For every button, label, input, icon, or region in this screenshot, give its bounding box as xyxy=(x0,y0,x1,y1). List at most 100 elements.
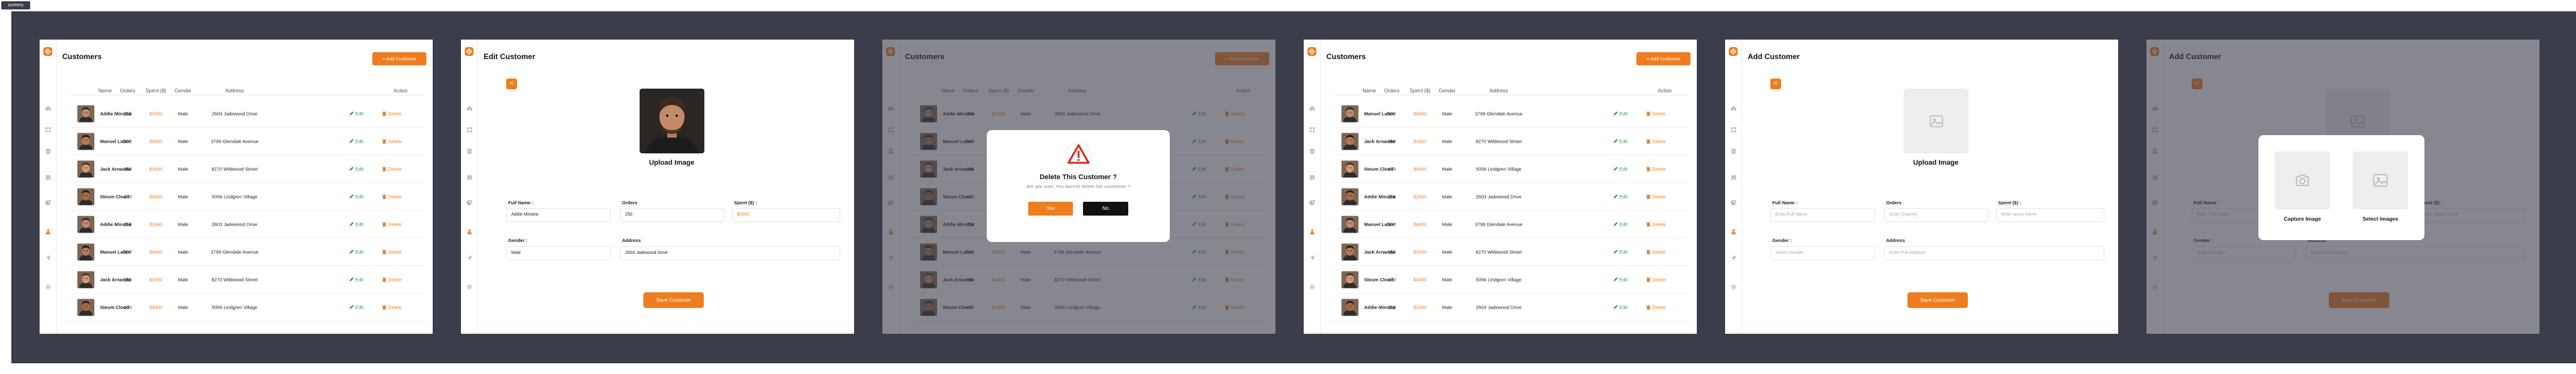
grid-icon[interactable] xyxy=(43,125,52,134)
delete-button[interactable]: Delete xyxy=(382,304,402,310)
delete-button[interactable]: Delete xyxy=(1646,111,1666,116)
edit-button[interactable]: Edit xyxy=(349,304,364,310)
full-name-field[interactable]: Addie Minstra xyxy=(506,208,611,222)
clipboard-icon[interactable] xyxy=(1729,146,1738,155)
delete-button[interactable]: Delete xyxy=(1646,138,1666,144)
clipboard-icon[interactable] xyxy=(465,146,474,155)
edit-button[interactable]: Edit xyxy=(1613,194,1628,199)
orders-label: Orders xyxy=(622,200,638,206)
address-field[interactable]: 2603 Jadewood Drive xyxy=(620,246,840,260)
upload-image-label[interactable]: Upload Image xyxy=(609,159,735,167)
confirm-yes-button[interactable]: Yes xyxy=(1028,202,1073,216)
delete-button[interactable]: Delete xyxy=(382,249,402,255)
pie-chart-icon[interactable] xyxy=(465,198,474,207)
customer-gender: Male xyxy=(177,138,189,144)
delete-button[interactable]: Delete xyxy=(382,111,402,116)
select-images-option[interactable] xyxy=(2353,151,2408,209)
edit-button[interactable]: Edit xyxy=(1613,249,1628,255)
delete-button[interactable]: Delete xyxy=(1646,221,1666,227)
confirm-no-button[interactable]: No xyxy=(1083,202,1128,216)
edit-label: Edit xyxy=(1619,194,1628,199)
edit-button[interactable]: Edit xyxy=(349,249,364,255)
capture-image-label[interactable]: Capture Image xyxy=(2275,216,2330,222)
customer-address: 8270 Wildwood Street xyxy=(211,277,258,282)
pie-chart-icon[interactable] xyxy=(43,198,52,207)
edit-button[interactable]: Edit xyxy=(349,194,364,199)
edit-button[interactable]: Edit xyxy=(349,277,364,282)
capture-image-option[interactable] xyxy=(2275,151,2330,209)
edit-button[interactable]: Edit xyxy=(1613,221,1628,227)
settings-icon[interactable] xyxy=(465,282,474,291)
store-icon[interactable] xyxy=(1307,173,1316,182)
store-icon[interactable] xyxy=(1729,173,1738,182)
home-icon[interactable] xyxy=(1307,104,1316,113)
store-icon[interactable] xyxy=(43,173,52,182)
delete-button[interactable]: Delete xyxy=(1646,249,1666,255)
edit-button[interactable]: Edit xyxy=(349,111,364,116)
back-button[interactable]: < xyxy=(1770,79,1781,89)
orders-field[interactable]: 250 xyxy=(620,208,724,222)
grid-icon[interactable] xyxy=(465,125,474,134)
send-icon[interactable] xyxy=(1729,253,1738,262)
grid-icon[interactable] xyxy=(1307,125,1316,134)
edit-button[interactable]: Edit xyxy=(349,138,364,144)
edit-button[interactable]: Edit xyxy=(1613,277,1628,282)
delete-button[interactable]: Delete xyxy=(382,277,402,282)
home-icon[interactable] xyxy=(465,104,474,113)
settings-icon[interactable] xyxy=(1307,282,1316,291)
delete-button[interactable]: Delete xyxy=(1646,304,1666,310)
delete-button[interactable]: Delete xyxy=(382,221,402,227)
save-customer-button[interactable]: Save Customer xyxy=(1907,292,1968,308)
back-button[interactable]: < xyxy=(506,79,517,89)
pie-chart-icon[interactable] xyxy=(1729,198,1738,207)
orders-input[interactable]: Enter Quantity xyxy=(1884,208,1989,222)
users-icon[interactable] xyxy=(1729,227,1738,236)
delete-button[interactable]: Delete xyxy=(382,194,402,199)
customer-orders: 260 xyxy=(1387,249,1396,255)
gender-select[interactable]: Select Gender xyxy=(1770,246,1875,260)
select-images-label[interactable]: Select Images xyxy=(2353,216,2408,222)
users-icon[interactable] xyxy=(465,227,474,236)
add-customer-button[interactable]: + Add Customer xyxy=(372,52,426,65)
add-customer-button[interactable]: + Add Customer xyxy=(1636,52,1690,65)
delete-label: Delete xyxy=(1652,221,1666,227)
users-icon[interactable] xyxy=(43,227,52,236)
customer-photo[interactable] xyxy=(640,89,704,153)
grid-icon[interactable] xyxy=(1729,125,1738,134)
pie-chart-icon[interactable] xyxy=(1307,198,1316,207)
settings-icon[interactable] xyxy=(1729,282,1738,291)
trash-icon xyxy=(382,167,387,171)
send-icon[interactable] xyxy=(1307,253,1316,262)
home-icon[interactable] xyxy=(1729,104,1738,113)
edit-button[interactable]: Edit xyxy=(1613,304,1628,310)
save-customer-button[interactable]: Save Customer xyxy=(643,292,704,308)
settings-icon[interactable] xyxy=(43,282,52,291)
delete-button[interactable]: Delete xyxy=(1646,166,1666,172)
delete-button[interactable]: Delete xyxy=(1646,194,1666,199)
users-icon[interactable] xyxy=(1307,227,1316,236)
upload-image-label[interactable]: Upload Image xyxy=(1873,159,1999,167)
spent-field[interactable]: $2600 xyxy=(732,208,840,222)
store-icon[interactable] xyxy=(465,173,474,182)
delete-button[interactable]: Delete xyxy=(1646,277,1666,282)
send-icon[interactable] xyxy=(43,253,52,262)
edit-label: Edit xyxy=(1619,304,1628,310)
delete-button[interactable]: Delete xyxy=(382,166,402,172)
edit-button[interactable]: Edit xyxy=(1613,138,1628,144)
edit-button[interactable]: Edit xyxy=(349,166,364,172)
spent-input[interactable]: Enter spent Name xyxy=(1996,208,2104,222)
send-icon[interactable] xyxy=(465,253,474,262)
clipboard-icon[interactable] xyxy=(43,146,52,155)
edit-button[interactable]: Edit xyxy=(349,221,364,227)
edit-button[interactable]: Edit xyxy=(1613,166,1628,172)
address-input[interactable]: Enter Full Address xyxy=(1884,246,2104,260)
image-placeholder[interactable] xyxy=(1904,89,1968,153)
gender-field[interactable]: Male xyxy=(506,246,611,260)
full-name-input[interactable]: Enter Full Name xyxy=(1770,208,1875,222)
clipboard-icon[interactable] xyxy=(1307,146,1316,155)
avatar xyxy=(1341,188,1358,205)
home-icon[interactable] xyxy=(43,104,52,113)
edit-button[interactable]: Edit xyxy=(1613,111,1628,116)
pencil-icon xyxy=(1613,166,1618,171)
delete-button[interactable]: Delete xyxy=(382,138,402,144)
